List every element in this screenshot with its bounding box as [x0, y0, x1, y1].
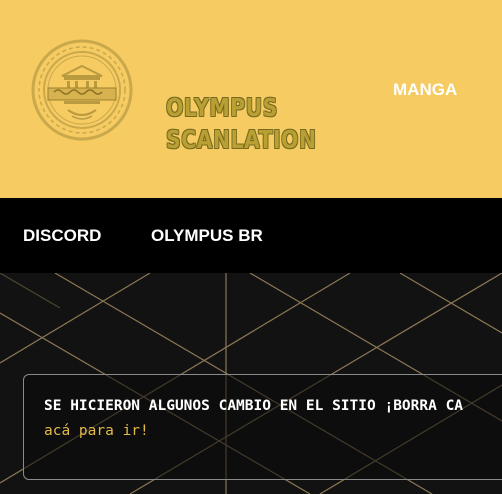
secondary-nav: DISCORD OLYMPUS BR	[0, 198, 502, 273]
nav-link-olympus-br[interactable]: OLYMPUS BR	[151, 226, 263, 246]
nav-link-manga[interactable]: MANGA	[393, 80, 457, 100]
logo-line-1: OLYMPUS	[166, 93, 278, 122]
logo-line-2: SCANLATION	[166, 125, 317, 154]
logo-wordmark: OLYMPUS SCANLATION	[166, 92, 317, 156]
nav-link-discord[interactable]: DISCORD	[23, 226, 101, 246]
notice-title: SE HICIERON ALGUNOS CAMBIO EN EL SITIO ¡…	[44, 398, 464, 414]
site-logo[interactable]: OLYMPUS SCANLATION	[30, 38, 316, 154]
notice-link[interactable]: acá para ir!	[44, 423, 149, 439]
greek-temple-emblem-icon	[31, 39, 133, 141]
site-header: OLYMPUS SCANLATION MANGA	[0, 0, 502, 198]
site-notice: SE HICIERON ALGUNOS CAMBIO EN EL SITIO ¡…	[23, 374, 502, 480]
